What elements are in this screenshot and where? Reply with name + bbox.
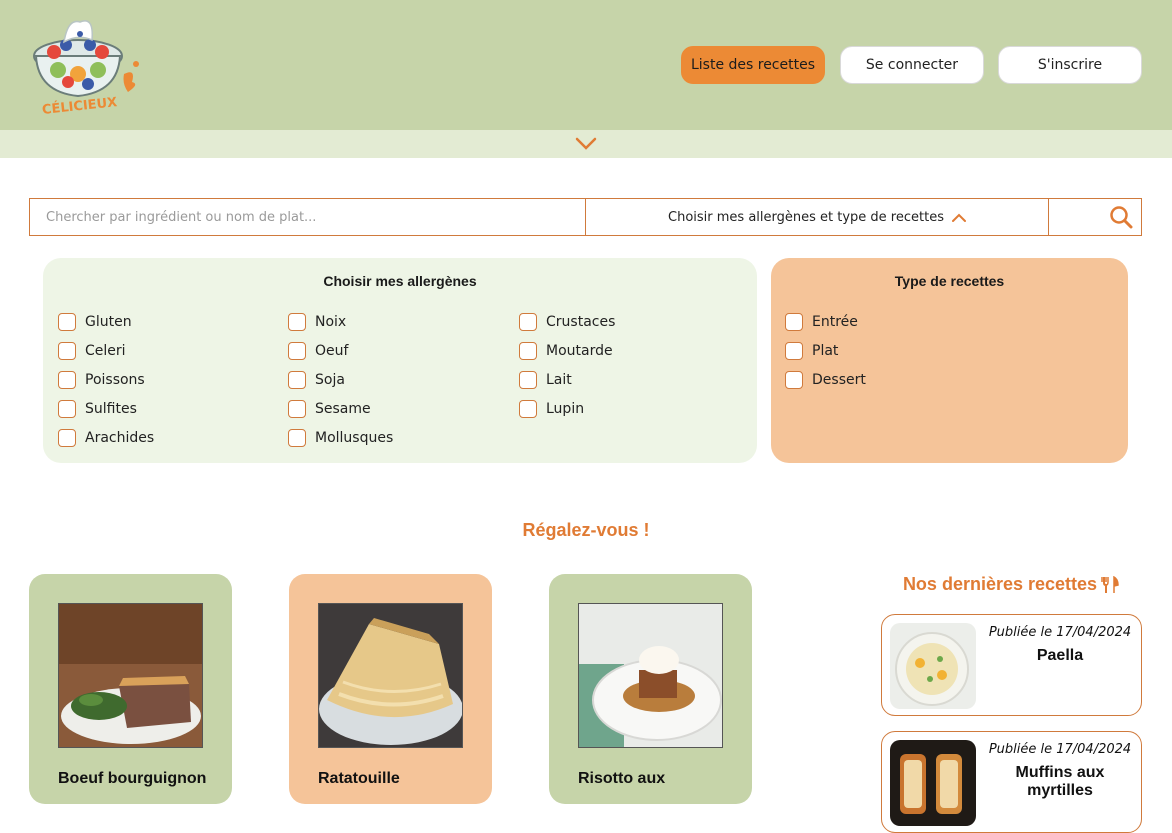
- latest-recipes-title-text: Nos dernières recettes: [902, 574, 1098, 594]
- allergen-label: Gluten: [85, 314, 132, 330]
- recipe-types-panel-title: Type de recettes: [894, 273, 1005, 289]
- type-label: Entrée: [812, 314, 858, 330]
- allergen-label: Soja: [315, 372, 345, 388]
- header-expand-bar[interactable]: [0, 130, 1172, 158]
- chevron-down-icon[interactable]: [575, 137, 597, 151]
- recipe-image[interactable]: [318, 603, 463, 748]
- checkbox[interactable]: [519, 400, 537, 418]
- filter-toggle-label: Choisir mes allergènes et type de recett…: [668, 209, 944, 225]
- allergen-checkbox-celeri[interactable]: Celeri: [58, 342, 126, 360]
- search-bar: Choisir mes allergènes et type de recett…: [29, 198, 1142, 236]
- cutlery-icon: [1101, 575, 1119, 593]
- celicieux-logo[interactable]: CÉLICIEUX: [28, 12, 146, 118]
- latest-recipes-title: Nos dernières recettes: [880, 574, 1142, 595]
- checkbox[interactable]: [288, 313, 306, 331]
- search-icon: [1110, 206, 1133, 229]
- search-button[interactable]: [1049, 199, 1141, 235]
- allergen-checkbox-noix[interactable]: Noix: [288, 313, 346, 331]
- signup-button[interactable]: S'inscrire: [998, 46, 1142, 84]
- allergen-checkbox-poissons[interactable]: Poissons: [58, 371, 145, 389]
- allergen-checkbox-lait[interactable]: Lait: [519, 371, 572, 389]
- logo-text: CÉLICIEUX: [41, 94, 118, 116]
- allergen-label: Lupin: [546, 401, 585, 417]
- allergen-checkbox-crustaces[interactable]: Crustaces: [519, 313, 615, 331]
- allergen-checkbox-lupin[interactable]: Lupin: [519, 400, 584, 418]
- recipe-card[interactable]: Boeuf bourguignon: [29, 574, 232, 804]
- checkbox[interactable]: [288, 429, 306, 447]
- latest-recipe-card[interactable]: Publiée le 17/04/2024 Paella: [881, 614, 1142, 716]
- recipe-image[interactable]: [578, 603, 723, 748]
- latest-recipe-image[interactable]: [890, 623, 976, 709]
- allergens-panel-title: Choisir mes allergènes: [323, 273, 477, 289]
- allergen-checkbox-soja[interactable]: Soja: [288, 371, 345, 389]
- recipe-card[interactable]: Ratatouille: [289, 574, 492, 804]
- allergen-label: Crustaces: [546, 314, 616, 330]
- allergen-checkbox-moutarde[interactable]: Moutarde: [519, 342, 613, 360]
- allergen-label: Moutarde: [546, 343, 613, 359]
- recipe-types-panel: Type de recettes Entrée Plat Dessert: [771, 258, 1128, 463]
- checkbox[interactable]: [58, 371, 76, 389]
- allergen-label: Celeri: [85, 343, 126, 359]
- type-label: Plat: [812, 343, 839, 359]
- type-checkbox-plat[interactable]: Plat: [785, 342, 838, 360]
- search-input[interactable]: [30, 199, 586, 235]
- checkbox[interactable]: [58, 342, 76, 360]
- checkbox[interactable]: [519, 371, 537, 389]
- latest-recipe-name[interactable]: Paella: [982, 647, 1138, 665]
- checkbox[interactable]: [785, 313, 803, 331]
- allergen-label: Noix: [315, 314, 347, 330]
- allergens-panel: Choisir mes allergènes Gluten Celeri Poi…: [43, 258, 757, 463]
- checkbox[interactable]: [785, 371, 803, 389]
- recipe-image[interactable]: [58, 603, 203, 748]
- checkbox[interactable]: [519, 342, 537, 360]
- latest-recipe-name[interactable]: Muffins aux myrtilles: [982, 764, 1138, 800]
- latest-recipe-date: Publiée le 17/04/2024: [988, 625, 1132, 640]
- checkbox[interactable]: [288, 371, 306, 389]
- recipes-list-button[interactable]: Liste des recettes: [681, 46, 825, 84]
- allergen-label: Lait: [546, 372, 572, 388]
- allergen-checkbox-oeuf[interactable]: Oeuf: [288, 342, 348, 360]
- latest-recipe-date: Publiée le 17/04/2024: [988, 742, 1132, 757]
- allergen-label: Mollusques: [315, 430, 394, 446]
- allergen-label: Poissons: [85, 372, 145, 388]
- latest-recipe-card[interactable]: Publiée le 17/04/2024 Muffins aux myrtil…: [881, 731, 1142, 833]
- allergen-checkbox-arachides[interactable]: Arachides: [58, 429, 154, 447]
- checkbox[interactable]: [58, 429, 76, 447]
- checkbox[interactable]: [58, 400, 76, 418]
- site-header: CÉLICIEUX Liste des recettes Se connecte…: [0, 0, 1172, 130]
- recipe-title[interactable]: Boeuf bourguignon: [58, 770, 206, 788]
- recipe-card[interactable]: Risotto aux: [549, 574, 752, 804]
- type-label: Dessert: [812, 372, 866, 388]
- filter-toggle[interactable]: Choisir mes allergènes et type de recett…: [586, 199, 1049, 235]
- login-button[interactable]: Se connecter: [840, 46, 984, 84]
- allergen-checkbox-sesame[interactable]: Sesame: [288, 400, 371, 418]
- recipe-title[interactable]: Risotto aux: [578, 770, 665, 788]
- allergen-checkbox-sulfites[interactable]: Sulfites: [58, 400, 137, 418]
- allergen-label: Sulfites: [85, 401, 137, 417]
- type-checkbox-entree[interactable]: Entrée: [785, 313, 858, 331]
- allergen-checkbox-gluten[interactable]: Gluten: [58, 313, 132, 331]
- checkbox[interactable]: [58, 313, 76, 331]
- chevron-up-icon: [951, 213, 966, 222]
- latest-recipe-image[interactable]: [890, 740, 976, 826]
- checkbox[interactable]: [288, 342, 306, 360]
- section-title: Régalez-vous !: [522, 520, 650, 540]
- allergen-checkbox-mollusques[interactable]: Mollusques: [288, 429, 393, 447]
- allergen-label: Oeuf: [315, 343, 349, 359]
- checkbox[interactable]: [519, 313, 537, 331]
- checkbox[interactable]: [288, 400, 306, 418]
- allergen-label: Arachides: [85, 430, 155, 446]
- type-checkbox-dessert[interactable]: Dessert: [785, 371, 866, 389]
- recipe-title[interactable]: Ratatouille: [318, 770, 400, 788]
- checkbox[interactable]: [785, 342, 803, 360]
- allergen-label: Sesame: [315, 401, 371, 417]
